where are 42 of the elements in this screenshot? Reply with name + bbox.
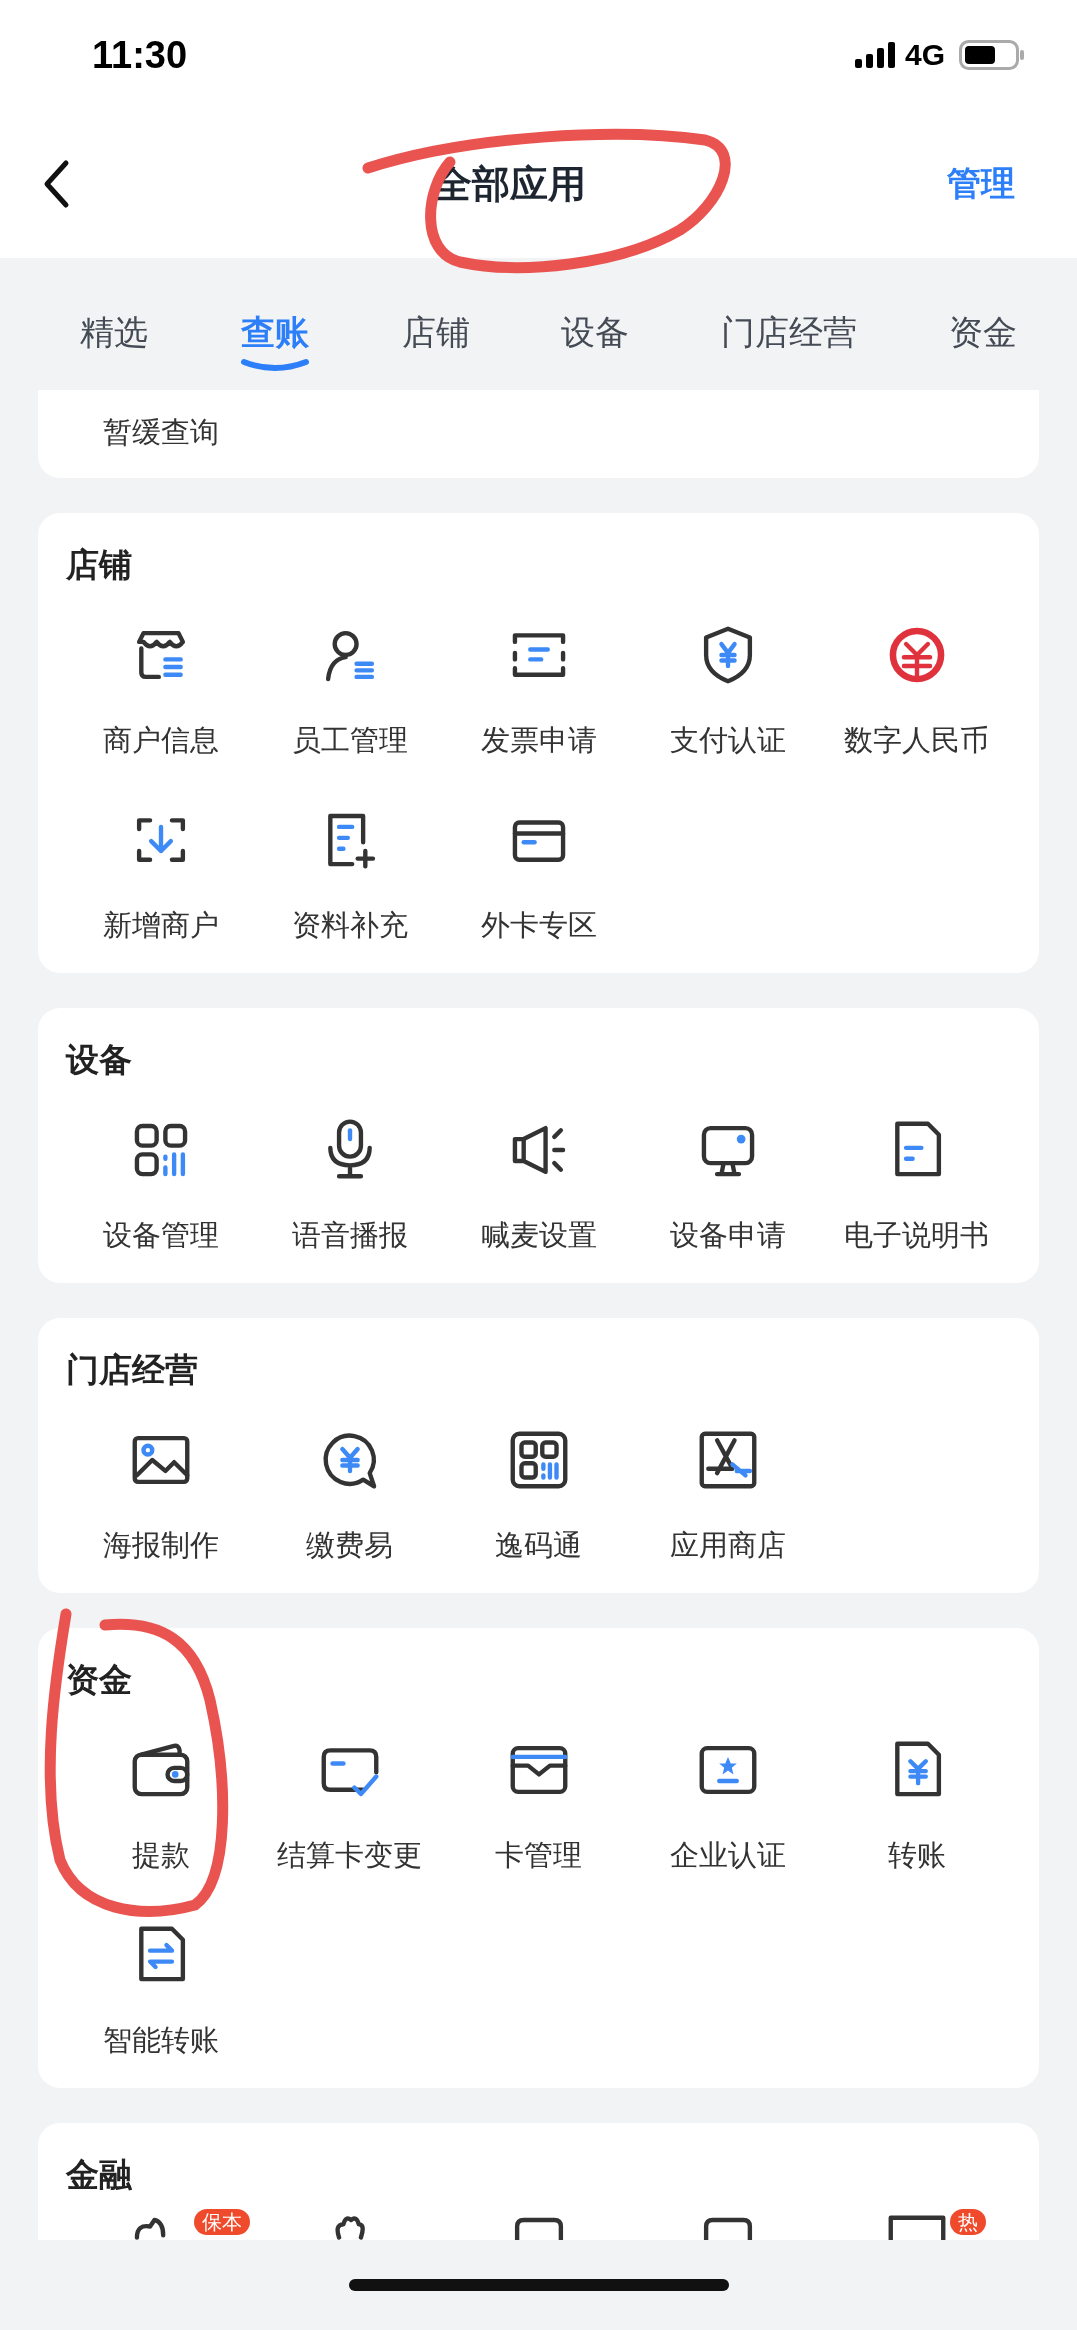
- app-label[interactable]: 语音播报: [291, 1215, 408, 1255]
- app-label[interactable]: 卡管理: [495, 1835, 582, 1875]
- app-label[interactable]: 数字人民币: [844, 720, 989, 760]
- app-label[interactable]: 逸码通: [495, 1525, 582, 1565]
- app-label[interactable]: 企业认证: [669, 1835, 786, 1875]
- app-label[interactable]: 喊麦设置: [480, 1215, 597, 1255]
- section-title: 门店经营: [66, 1349, 199, 1391]
- battery-icon: [959, 40, 1025, 70]
- section-title: 金融: [66, 2154, 133, 2196]
- section-title: 资金: [66, 1659, 133, 1701]
- manage-link[interactable]: 管理: [947, 161, 1015, 207]
- app-label[interactable]: 缴费易: [306, 1525, 393, 1565]
- app-label[interactable]: 提款: [131, 1835, 190, 1875]
- section-title: 店铺: [66, 544, 133, 586]
- app-label[interactable]: 资料补充: [291, 905, 408, 945]
- category-tab[interactable]: 店铺: [401, 310, 470, 354]
- app-label[interactable]: 暂缓查询: [102, 412, 219, 452]
- app-label[interactable]: 转账: [887, 1835, 946, 1875]
- app-label[interactable]: 海报制作: [102, 1525, 219, 1565]
- app-label[interactable]: 员工管理: [291, 720, 408, 760]
- app-label[interactable]: 结算卡变更: [277, 1835, 422, 1875]
- app-label[interactable]: 支付认证: [669, 720, 786, 760]
- network-label: 4G: [904, 38, 945, 72]
- badge: 保本: [193, 2209, 250, 2235]
- app-label[interactable]: 发票申请: [480, 720, 597, 760]
- category-tab[interactable]: 门店经营: [721, 310, 858, 354]
- app-label[interactable]: 设备申请: [669, 1215, 786, 1255]
- category-tab[interactable]: 设备: [561, 310, 630, 354]
- app-label[interactable]: 新增商户: [102, 905, 219, 945]
- app-label[interactable]: 应用商店: [669, 1525, 786, 1565]
- app-label[interactable]: 电子说明书: [844, 1215, 989, 1255]
- status-time: 11:30: [92, 33, 188, 77]
- category-tab[interactable]: 资金: [949, 310, 1017, 354]
- section-title: 设备: [66, 1039, 133, 1081]
- app-label[interactable]: 设备管理: [102, 1215, 219, 1255]
- signal-icon: [854, 42, 895, 68]
- app-label[interactable]: 商户信息: [102, 720, 219, 760]
- category-tab[interactable]: 精选: [80, 310, 148, 354]
- tab-indicator: [239, 358, 310, 372]
- badge: 热: [949, 2209, 986, 2235]
- app-label[interactable]: 外卡专区: [480, 905, 597, 945]
- app-label[interactable]: 智能转账: [102, 2020, 219, 2060]
